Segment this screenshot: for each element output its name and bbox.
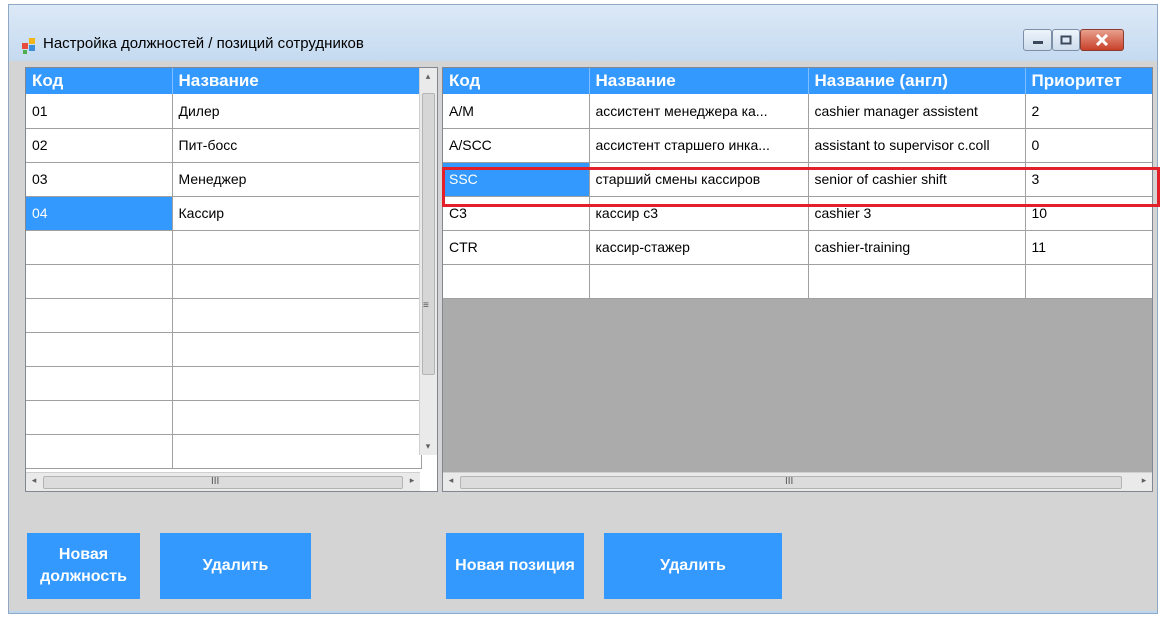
delete-position-button[interactable]: Удалить [160,533,311,599]
cell-code[interactable]: CTR [443,230,590,265]
title-bar[interactable]: Настройка должностей / позиций сотрудник… [9,5,1157,61]
close-icon [1095,34,1109,46]
cell-code[interactable]: 01 [26,94,173,129]
column-header-name[interactable]: Название [172,68,422,94]
new-position-button[interactable]: Новая должность [27,533,140,599]
empty-cell[interactable] [26,264,173,299]
new-role-button[interactable]: Новая позиция [446,533,584,599]
scroll-down-icon[interactable]: ▾ [420,441,436,452]
empty-cell[interactable] [26,400,173,435]
scroll-right-icon[interactable]: ▸ [1136,475,1152,486]
scroll-thumb[interactable] [43,476,403,489]
grip-icon: ≡ [423,300,429,311]
window-title: Настройка должностей / позиций сотрудник… [43,35,364,52]
scroll-thumb[interactable] [422,93,435,375]
empty-row[interactable] [26,298,422,333]
cell-name[interactable]: ассистент менеджера ка... [589,94,809,129]
empty-cell[interactable] [172,366,422,401]
empty-cell[interactable] [172,264,422,299]
empty-cell[interactable] [172,434,422,469]
grip-icon: III [211,476,220,487]
cell-code[interactable]: A/SCC [443,128,590,163]
scroll-left-icon[interactable]: ◂ [26,475,42,486]
app-window: Настройка должностей / позиций сотрудник… [8,4,1160,614]
column-header-priority[interactable]: Приоритет [1025,68,1152,94]
horizontal-scrollbar[interactable]: ◂ III ▸ [26,472,420,491]
positions-table: Код Название 01 Дилер 02 Пит-босс 03 Менеджер… [26,68,422,469]
cell-code[interactable]: A/M [443,94,590,129]
cell-name-en[interactable]: cashier-training [808,230,1026,265]
table-row[interactable]: 01 Дилер [26,94,422,129]
delete-role-button[interactable]: Удалить [604,533,782,599]
empty-cell[interactable] [172,230,422,265]
cell-priority[interactable]: 11 [1025,230,1152,265]
selected-row-highlight [442,167,1160,207]
empty-cell[interactable] [26,298,173,333]
empty-row[interactable] [26,230,422,265]
cell-name-en[interactable]: cashier manager assistent [808,94,1026,129]
empty-cell[interactable] [172,332,422,367]
empty-cell[interactable] [589,264,809,299]
empty-row[interactable] [26,332,422,367]
table-row[interactable]: A/SCC ассистент старшего инка... assistant… [443,128,1152,163]
close-button[interactable] [1080,29,1124,51]
app-icon [22,38,35,54]
empty-cell[interactable] [443,264,590,299]
cell-name-en[interactable]: assistant to supervisor c.coll [808,128,1026,163]
cell-code[interactable]: 03 [26,162,173,197]
scroll-left-icon[interactable]: ◂ [443,475,459,486]
cell-name[interactable]: Менеджер [172,162,422,197]
vertical-scrollbar[interactable]: ▴ ≡ ▾ [419,68,437,455]
grip-icon: III [785,476,794,487]
cell-priority[interactable]: 2 [1025,94,1152,129]
table-row[interactable]: A/M ассистент менеджера ка... cashier mana… [443,94,1152,129]
table-row[interactable]: 03 Менеджер [26,162,422,197]
positions-grid[interactable]: Код Название 01 Дилер 02 Пит-босс 03 Менеджер… [25,67,438,492]
empty-row[interactable] [26,400,422,435]
empty-cell[interactable] [172,298,422,333]
table-row[interactable]: 02 Пит-босс [26,128,422,163]
cell-name[interactable]: Кассир [172,196,422,231]
cell-name[interactable]: Дилер [172,94,422,129]
cell-name[interactable]: Пит-босс [172,128,422,163]
client-area: Код Название 01 Дилер 02 Пит-босс 03 Менеджер… [9,61,1160,611]
empty-cell[interactable] [26,332,173,367]
scroll-right-icon[interactable]: ▸ [404,475,420,486]
maximize-button[interactable] [1052,29,1080,51]
empty-row[interactable] [26,366,422,401]
cell-name[interactable]: кассир-стажер [589,230,809,265]
cell-priority[interactable]: 0 [1025,128,1152,163]
restore-icon [1060,35,1072,45]
roles-grid[interactable]: Код Название Название (англ) Приоритет A… [442,67,1153,492]
horizontal-scrollbar[interactable]: ◂ III ▸ [443,472,1152,491]
empty-cell[interactable] [808,264,1026,299]
header-row: Код Название [26,68,422,94]
scroll-up-icon[interactable]: ▴ [420,71,436,82]
minimize-icon [1032,41,1043,44]
empty-row[interactable] [26,434,422,469]
empty-cell[interactable] [172,400,422,435]
empty-cell[interactable] [26,434,173,469]
cell-code[interactable]: 02 [26,128,173,163]
empty-row[interactable] [443,264,1152,299]
empty-cell[interactable] [1025,264,1152,299]
cell-name[interactable]: ассистент старшего инка... [589,128,809,163]
column-header-code[interactable]: Код [443,68,590,94]
empty-cell[interactable] [26,230,173,265]
column-header-name[interactable]: Название [589,68,809,94]
minimize-button[interactable] [1023,29,1052,51]
header-row: Код Название Название (англ) Приоритет [443,68,1152,94]
cell-code[interactable]: 04 [26,196,173,231]
empty-cell[interactable] [26,366,173,401]
empty-row[interactable] [26,264,422,299]
table-row[interactable]: CTR кассир-стажер cashier-training 11 [443,230,1152,265]
table-row[interactable]: 04 Кассир [26,196,422,231]
column-header-code[interactable]: Код [26,68,173,94]
column-header-name-en[interactable]: Название (англ) [808,68,1026,94]
